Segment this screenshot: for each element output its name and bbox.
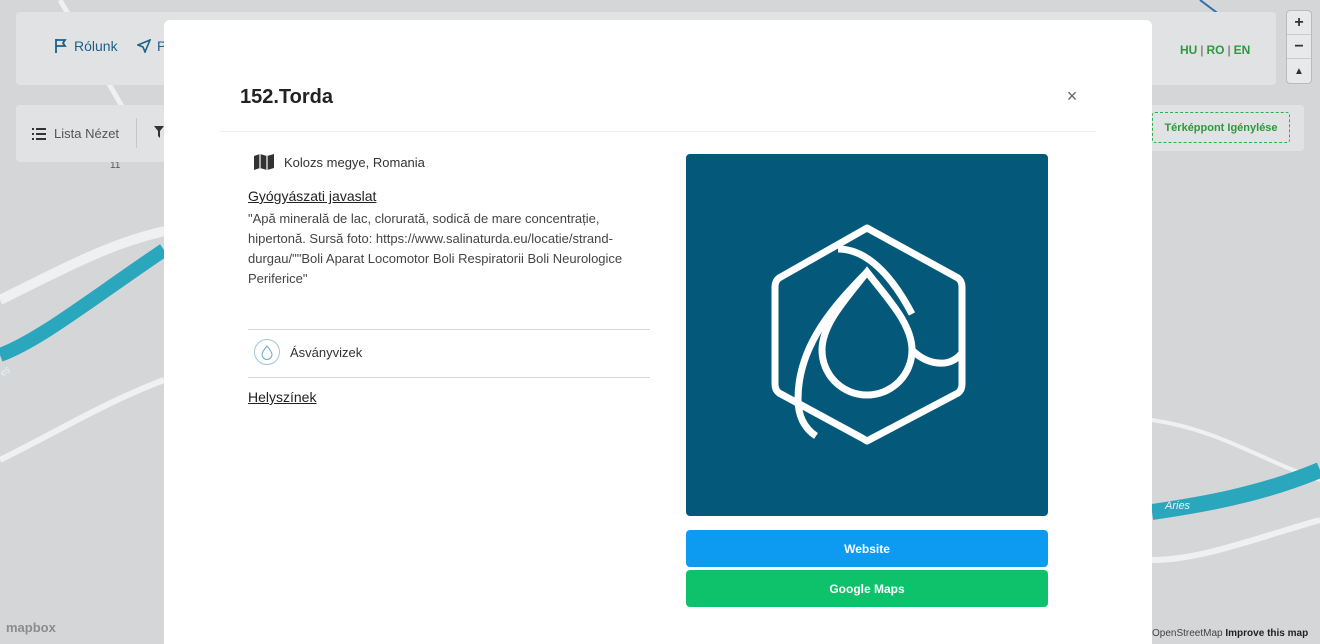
send-icon — [137, 39, 151, 53]
river-label: Aries — [1165, 500, 1191, 512]
lang-en[interactable]: EN — [1234, 43, 1251, 57]
zoom-controls: + − ▲ — [1286, 10, 1312, 84]
water-drop-icon — [254, 339, 280, 365]
mapbox-logo[interactable]: mapbox — [6, 620, 56, 635]
improve-map-link[interactable]: Improve this map — [1225, 628, 1308, 639]
toolbar-divider — [136, 118, 137, 148]
map-attribution: OpenStreetMap Improve this map — [1152, 628, 1308, 639]
lang-ro[interactable]: RO — [1206, 43, 1224, 57]
google-maps-button[interactable]: Google Maps — [686, 570, 1048, 607]
flag-icon — [55, 39, 67, 53]
filter-icon[interactable] — [154, 126, 164, 138]
zoom-in-button[interactable]: + — [1287, 11, 1311, 35]
language-switcher: HU | RO | EN — [1180, 43, 1251, 57]
map-icon — [254, 154, 274, 170]
river — [0, 244, 168, 362]
close-button[interactable]: × — [1064, 86, 1080, 106]
nav-item-second[interactable]: P — [137, 38, 166, 54]
location-detail-modal: 152.Torda × Kolozs megye, Romania Gyógyá… — [164, 20, 1152, 644]
location-row: Kolozs megye, Romania — [254, 154, 425, 170]
places-heading-link[interactable]: Helyszínek — [248, 389, 316, 405]
compass-button[interactable]: ▲ — [1287, 59, 1311, 83]
header-divider — [220, 131, 1096, 132]
category-row: Ásványvizek — [254, 339, 362, 365]
location-text: Kolozs megye, Romania — [284, 154, 425, 170]
water-hexagon-logo-icon — [771, 224, 966, 445]
section-divider — [248, 329, 650, 330]
therapy-description: "Apă minerală de lac, clorurată, sodică … — [248, 211, 623, 286]
lang-hu[interactable]: HU — [1180, 43, 1197, 57]
location-image — [686, 154, 1048, 516]
category-label: Ásványvizek — [290, 344, 363, 360]
section-divider — [248, 377, 650, 378]
list-view-button[interactable]: Lista Nézet — [32, 126, 119, 141]
therapy-heading-link[interactable]: Gyógyászati javaslat — [248, 188, 376, 204]
list-icon — [32, 127, 46, 140]
website-button[interactable]: Website — [686, 530, 1048, 567]
nav-item-label: Rólunk — [74, 38, 118, 54]
nav-item-about[interactable]: Rólunk — [54, 38, 118, 54]
osm-attribution-link[interactable]: OpenStreetMap — [1152, 628, 1223, 639]
request-point-button[interactable]: Térképpont Igénylése — [1152, 112, 1290, 143]
list-view-label: Lista Nézet — [54, 126, 120, 141]
modal-title: 152.Torda — [240, 86, 333, 108]
zoom-out-button[interactable]: − — [1287, 35, 1311, 59]
